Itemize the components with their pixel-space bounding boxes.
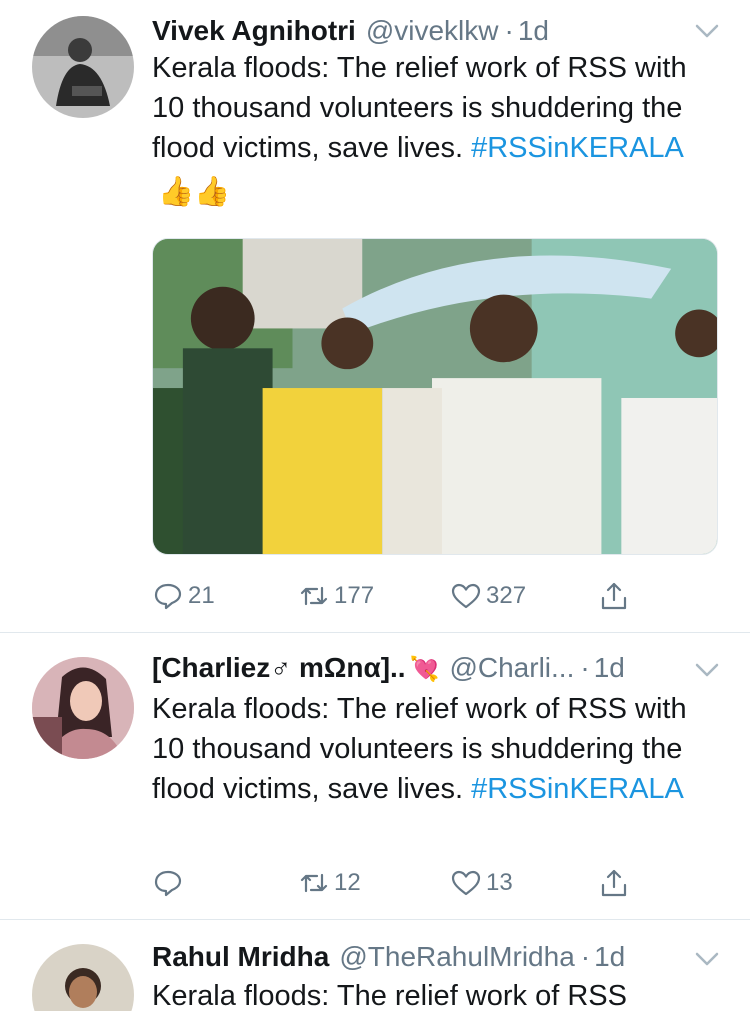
- heart-icon: [451, 870, 481, 896]
- tweet-3[interactable]: Rahul Mridha @TheRahulMridha · 1d Kerala…: [0, 920, 750, 1011]
- reply-button[interactable]: 21: [152, 576, 215, 616]
- avatar[interactable]: [32, 657, 134, 759]
- hashtag-link[interactable]: #RSSinKERALA: [471, 132, 682, 164]
- reply-count: 21: [188, 582, 215, 609]
- hashtag-link[interactable]: #RSSinKERALA: [471, 773, 684, 805]
- chevron-down-icon[interactable]: [694, 657, 720, 683]
- timestamp[interactable]: 1d: [594, 651, 625, 685]
- reply-button[interactable]: [152, 863, 188, 903]
- display-name[interactable]: Vivek Agnihotri: [152, 14, 356, 48]
- tweet-text: Kerala floods: The relief work of RSS wi…: [152, 48, 712, 212]
- tweet-1[interactable]: Vivek Agnihotri @viveklkw · 1d Kerala fl…: [0, 0, 750, 632]
- chevron-down-icon[interactable]: [694, 946, 720, 972]
- timestamp[interactable]: 1d: [518, 14, 549, 48]
- tweet-2[interactable]: [Charliez♂ mΩnα].. 💘 @Charli... · 1d Ker…: [0, 633, 750, 919]
- share-button[interactable]: [598, 576, 630, 616]
- share-button[interactable]: [598, 863, 630, 903]
- separator-dot: ·: [580, 941, 591, 972]
- tweet-image[interactable]: [152, 238, 718, 555]
- reply-icon: [154, 583, 182, 610]
- like-count: 327: [486, 582, 527, 609]
- avatar[interactable]: [32, 944, 134, 1011]
- timestamp[interactable]: 1d: [594, 940, 625, 974]
- flood-relief-photo: [153, 239, 717, 554]
- handle[interactable]: @Charli...: [449, 651, 574, 685]
- separator-dot: ·: [504, 15, 514, 46]
- retweet-count: 177: [334, 582, 375, 609]
- separator-dot: ·: [580, 652, 590, 683]
- handle[interactable]: @viveklkw: [366, 14, 499, 48]
- like-count: 13: [486, 869, 513, 896]
- retweet-icon: [300, 586, 328, 606]
- retweet-count: 12: [334, 869, 361, 896]
- thumbs-up-emoji: 👍👍: [158, 176, 231, 208]
- share-icon: [601, 582, 627, 610]
- chevron-down-icon[interactable]: [694, 18, 720, 44]
- share-icon: [601, 869, 627, 897]
- handle[interactable]: @TheRahulMridha: [339, 940, 574, 974]
- avatar-photo: [32, 16, 134, 118]
- retweet-icon: [300, 873, 328, 893]
- like-button[interactable]: 13: [450, 863, 513, 903]
- tweet-text: Kerala floods: The relief work of RSS: [152, 976, 712, 1011]
- avatar[interactable]: [32, 16, 134, 118]
- tweet-body: Kerala floods: The relief work of RSS: [152, 980, 627, 1011]
- reply-icon: [154, 870, 182, 897]
- display-name[interactable]: Rahul Mridha: [152, 940, 329, 974]
- retweet-button[interactable]: 177: [298, 576, 374, 616]
- heart-icon: [451, 583, 481, 609]
- avatar-photo: [32, 657, 134, 759]
- heart-arrow-emoji: 💘: [409, 656, 440, 683]
- display-name[interactable]: [Charliez♂ mΩnα]..: [152, 651, 406, 685]
- like-button[interactable]: 327: [450, 576, 526, 616]
- retweet-button[interactable]: 12: [298, 863, 361, 903]
- tweet-text: Kerala floods: The relief work of RSS wi…: [152, 689, 712, 809]
- avatar-photo: [32, 944, 134, 1011]
